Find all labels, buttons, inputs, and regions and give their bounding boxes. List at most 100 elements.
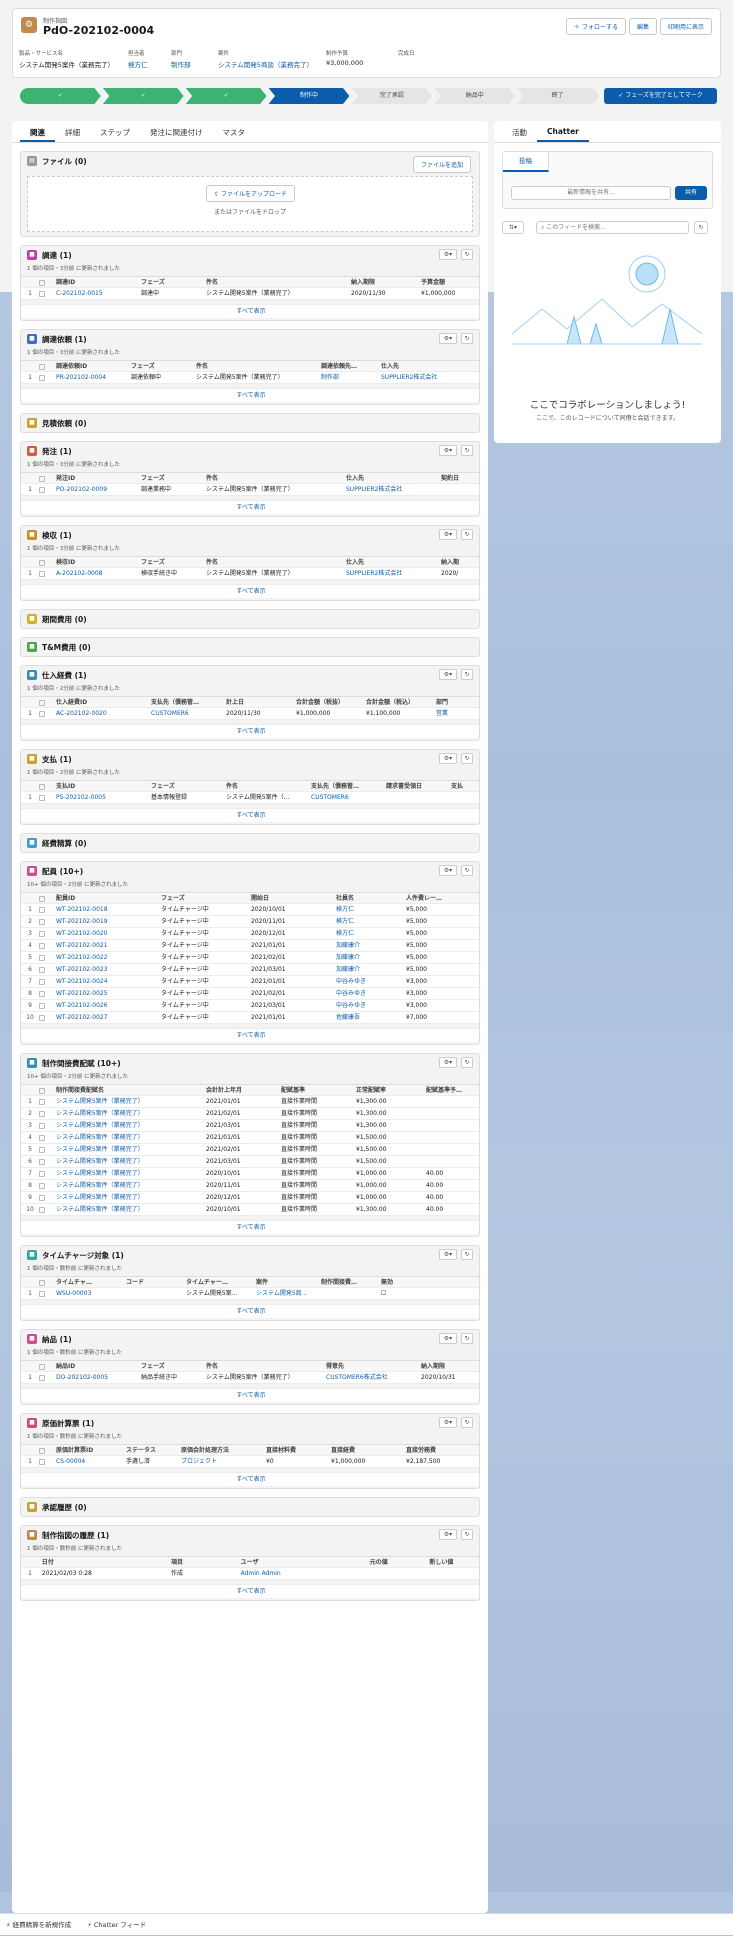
card-title[interactable]: 見積依頼 (0) (42, 418, 87, 429)
table-cell[interactable]: 検方仁 (333, 916, 403, 927)
row-checkbox[interactable] (39, 928, 53, 939)
column-header[interactable]: 支払先（債務管… (148, 697, 223, 707)
column-header[interactable]: 開始日 (248, 893, 333, 903)
footer-item-chatter[interactable]: ⚡ Chatter フィード (87, 1921, 146, 1929)
column-header[interactable]: 予算金額 (418, 277, 478, 287)
table-cell[interactable]: WSU-00003 (53, 1288, 123, 1299)
column-header[interactable]: 配賦基準予… (423, 1085, 468, 1095)
card-title[interactable]: 調達 (1) (42, 250, 72, 261)
gear-icon[interactable]: ⚙▾ (439, 249, 457, 260)
column-header[interactable]: 調達依頼ID (53, 361, 128, 371)
path-step[interactable]: 納品中 (434, 88, 516, 104)
card-title[interactable]: 制作指図の履歴 (1) (42, 1530, 109, 1541)
table-cell[interactable]: A-202102-0008 (53, 568, 138, 579)
follow-button[interactable]: ＋ フォローする (566, 18, 626, 35)
row-checkbox[interactable] (39, 916, 53, 927)
table-cell[interactable]: CUSTOMER6 (148, 708, 223, 719)
column-header[interactable]: 調達ID (53, 277, 138, 287)
table-cell[interactable]: システム開発5案件（業務完了） (53, 1192, 203, 1203)
gear-icon[interactable]: ⚙▾ (439, 1417, 457, 1428)
table-cell[interactable]: システム開発5案件（業務完了） (53, 1120, 203, 1131)
table-cell[interactable]: WT-202102-0023 (53, 964, 158, 975)
card-title[interactable]: T&M費用 (0) (42, 642, 91, 653)
tab-0[interactable]: 関連 (20, 121, 55, 142)
table-cell[interactable]: 加藤康介 (333, 940, 403, 951)
table-cell[interactable]: 制作部 (318, 372, 378, 383)
column-header[interactable]: 直接労務費 (403, 1445, 463, 1455)
path-step[interactable]: ✓ (20, 88, 101, 104)
select-all-checkbox[interactable] (39, 1085, 53, 1095)
path-step[interactable]: 制作中 (268, 88, 350, 104)
column-header[interactable]: 請求書受領日 (383, 781, 448, 791)
gear-icon[interactable]: ⚙▾ (439, 1249, 457, 1260)
refresh-icon[interactable]: ↻ (461, 333, 473, 344)
tab-chatter[interactable]: Chatter (537, 121, 589, 142)
view-all-link[interactable]: すべて表示 (21, 1388, 479, 1402)
edit-button[interactable]: 編集 (628, 18, 657, 35)
column-header[interactable]: タイムチャ… (53, 1277, 123, 1287)
select-all-checkbox[interactable] (39, 1361, 53, 1371)
select-all-checkbox[interactable] (39, 697, 53, 707)
column-header[interactable]: 合計金額（税抜） (293, 697, 363, 707)
table-cell[interactable]: PO-202102-0009 (53, 484, 138, 495)
gear-icon[interactable]: ⚙▾ (439, 865, 457, 876)
table-cell[interactable]: PR-202102-0004 (53, 372, 128, 383)
refresh-icon[interactable]: ↻ (461, 1417, 473, 1428)
column-header[interactable]: 案件 (253, 1277, 318, 1287)
table-cell[interactable]: 中谷みゆき (333, 988, 403, 999)
header-field-value[interactable]: システム開発5商談（業務完了） (218, 59, 313, 69)
view-all-link[interactable]: すべて表示 (21, 1304, 479, 1318)
select-all-checkbox[interactable] (39, 893, 53, 903)
column-header[interactable]: ユーザ (238, 1557, 367, 1567)
refresh-icon[interactable]: ↻ (461, 445, 473, 456)
table-cell[interactable]: システム開発5案件（業務完了） (53, 1156, 203, 1167)
row-checkbox[interactable] (39, 1156, 53, 1167)
table-cell[interactable]: CUSTOMER6株式会社 (323, 1372, 418, 1383)
table-cell[interactable]: 中谷みゆき (333, 1000, 403, 1011)
table-cell[interactable]: システム開発5案件（業務完了） (53, 1204, 203, 1215)
tab-2[interactable]: ステップ (90, 121, 140, 142)
table-cell[interactable]: PS-202102-0005 (53, 792, 148, 803)
column-header[interactable]: 原価計算票ID (53, 1445, 123, 1455)
card-title[interactable]: 承認履歴 (0) (42, 1502, 87, 1513)
row-checkbox[interactable] (39, 1108, 53, 1119)
row-checkbox[interactable] (39, 708, 53, 719)
column-header[interactable]: ステータス (123, 1445, 178, 1455)
column-header[interactable]: 納入期 (438, 557, 478, 567)
column-header[interactable]: フェーズ (138, 277, 203, 287)
table-cell[interactable]: システム開発5案件（業務完了） (53, 1132, 203, 1143)
row-checkbox[interactable] (39, 1192, 53, 1203)
gear-icon[interactable]: ⚙▾ (439, 1529, 457, 1540)
table-cell[interactable]: WT-202102-0019 (53, 916, 158, 927)
column-header[interactable]: 合計金額（税込） (363, 697, 433, 707)
refresh-icon[interactable]: ↻ (461, 753, 473, 764)
column-header[interactable]: 納入期限 (348, 277, 418, 287)
table-cell[interactable]: CUSTOMER6 (308, 792, 383, 803)
column-header[interactable]: フェーズ (128, 361, 193, 371)
column-header[interactable]: 日付 (39, 1557, 168, 1567)
table-cell[interactable]: システム開発5案件（業務完了） (53, 1180, 203, 1191)
select-all-checkbox[interactable] (39, 781, 53, 791)
view-all-link[interactable]: すべて表示 (21, 304, 479, 318)
refresh-icon[interactable]: ↻ (461, 1529, 473, 1540)
column-header[interactable]: 会計計上年月 (203, 1085, 278, 1095)
row-checkbox[interactable] (39, 1012, 53, 1023)
share-button[interactable]: 共有 (675, 186, 707, 200)
column-header[interactable]: 件名 (203, 277, 348, 287)
row-checkbox[interactable] (39, 1288, 53, 1299)
view-all-link[interactable]: すべて表示 (21, 584, 479, 598)
table-cell[interactable]: システム開発5案件（業務完了） (53, 1096, 203, 1107)
column-header[interactable]: 部門 (433, 697, 478, 707)
column-header[interactable]: 制作間接費配賦名 (53, 1085, 203, 1095)
view-all-link[interactable]: すべて表示 (21, 724, 479, 738)
row-checkbox[interactable] (39, 568, 53, 579)
column-header[interactable]: 直接材料費 (263, 1445, 328, 1455)
card-title[interactable]: 配員 (10+) (42, 866, 83, 877)
view-all-link[interactable]: すべて表示 (21, 1220, 479, 1234)
row-checkbox[interactable] (39, 904, 53, 915)
row-checkbox[interactable] (39, 988, 53, 999)
column-header[interactable]: 件名 (203, 557, 343, 567)
gear-icon[interactable]: ⚙▾ (439, 445, 457, 456)
post-tab[interactable]: 投稿 (503, 152, 549, 172)
table-cell[interactable]: C-202102-0015 (53, 288, 138, 299)
